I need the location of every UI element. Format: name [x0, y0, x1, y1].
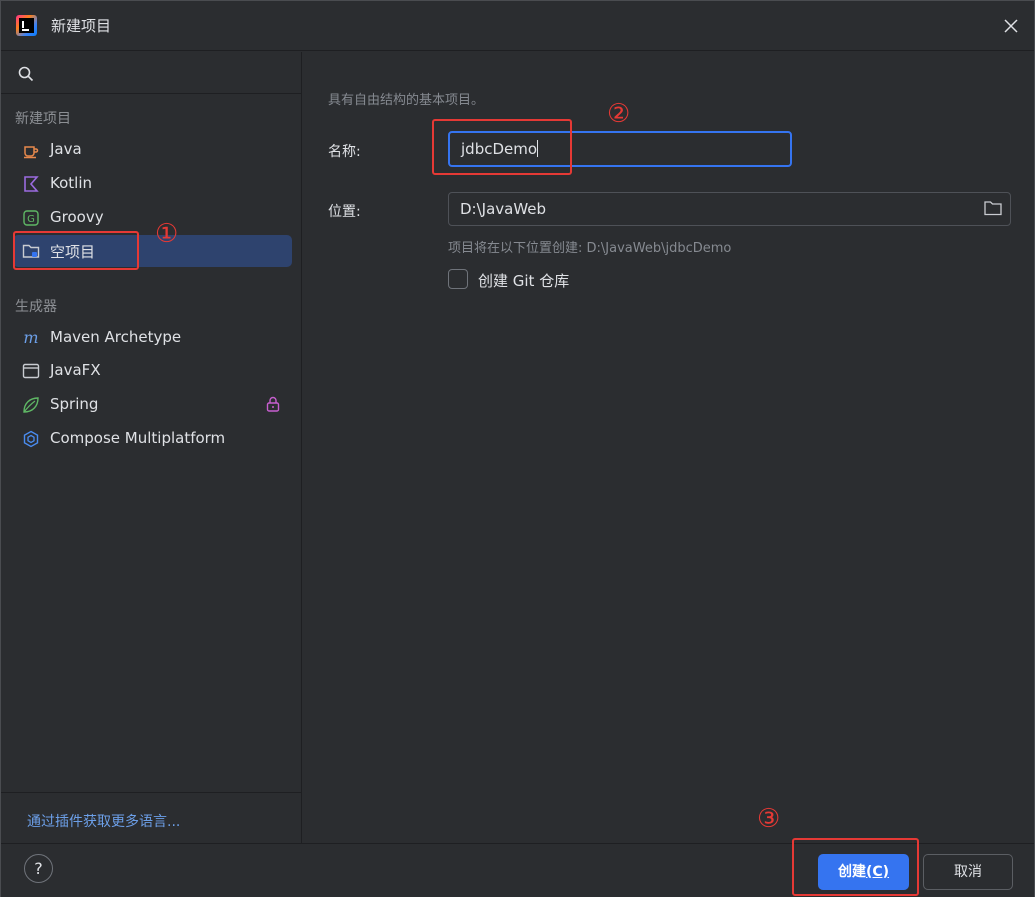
sidebar-item-compose-multiplatform[interactable]: Compose Multiplatform	[13, 423, 292, 455]
project-type-sidebar: 新建项目 Java Kotlin G Groovy 空项目 生成器 m Mave…	[1, 52, 302, 843]
svg-text:G: G	[27, 214, 35, 225]
sidebar-item-java[interactable]: Java	[13, 134, 292, 166]
annotation-number-1: ①	[155, 219, 179, 249]
maven-icon: m	[23, 329, 38, 347]
create-git-repo-label[interactable]: 创建 Git 仓库	[478, 270, 569, 291]
browse-folder-icon[interactable]	[984, 200, 1002, 216]
search-bar	[1, 52, 301, 94]
sidebar-item-groovy[interactable]: G Groovy	[13, 202, 292, 234]
get-more-languages-link[interactable]: 通过插件获取更多语言...	[27, 811, 180, 831]
search-icon	[18, 66, 34, 82]
sidebar-item-label: Kotlin	[50, 174, 92, 192]
annotation-box-3	[792, 838, 919, 896]
sidebar-item-maven-archetype[interactable]: m Maven Archetype	[13, 322, 292, 354]
annotation-number-3: ③	[757, 804, 781, 834]
project-location-value: D:\JavaWeb	[460, 200, 547, 218]
location-hint: 项目将在以下位置创建: D:\JavaWeb\jdbcDemo	[448, 241, 732, 256]
compose-icon	[23, 430, 39, 448]
section-header-new-project: 新建项目	[15, 111, 71, 127]
close-button[interactable]	[996, 11, 1026, 41]
annotation-box-2	[432, 119, 572, 175]
sidebar-footer: 通过插件获取更多语言...	[1, 792, 301, 843]
sidebar-item-label: JavaFX	[50, 361, 101, 379]
new-project-dialog: 新建项目 新建项目 Java Kotlin G Groovy 空项目 生成器 m…	[0, 0, 1035, 897]
close-icon	[1004, 19, 1018, 33]
project-location-input[interactable]: D:\JavaWeb	[448, 192, 1011, 226]
sidebar-item-label: Compose Multiplatform	[50, 429, 226, 447]
sidebar-item-label: Maven Archetype	[50, 328, 182, 346]
java-cup-icon	[24, 146, 39, 159]
groovy-icon: G	[23, 210, 39, 226]
lock-icon	[266, 396, 280, 412]
sidebar-item-label: Spring	[50, 395, 99, 413]
cancel-button[interactable]: 取消	[923, 854, 1013, 890]
svg-text:m: m	[23, 329, 38, 347]
javafx-window-icon	[22, 363, 40, 379]
dialog-title: 新建项目	[51, 17, 112, 35]
sidebar-item-javafx[interactable]: JavaFX	[13, 355, 292, 387]
annotation-box-1	[13, 231, 139, 270]
spring-leaf-icon	[23, 397, 39, 413]
sidebar-item-spring[interactable]: Spring	[13, 389, 292, 421]
create-git-repo-checkbox[interactable]	[448, 269, 468, 289]
project-description: 具有自由结构的基本项目。	[328, 93, 485, 108]
project-settings-panel: 具有自由结构的基本项目。 名称: jdbcDemo 位置: D:\JavaWeb…	[303, 52, 1034, 843]
intellij-logo-icon	[16, 15, 37, 36]
sidebar-item-kotlin[interactable]: Kotlin	[13, 168, 292, 200]
kotlin-icon	[24, 176, 39, 192]
annotation-number-2: ②	[607, 99, 631, 129]
help-button[interactable]: ?	[24, 854, 53, 883]
section-header-generators: 生成器	[15, 299, 57, 315]
name-label: 名称:	[328, 144, 361, 160]
sidebar-item-label: Groovy	[50, 208, 104, 226]
location-label: 位置:	[328, 204, 361, 220]
title-bar: 新建项目	[1, 1, 1034, 51]
search-input[interactable]	[45, 60, 285, 86]
sidebar-item-label: Java	[50, 140, 82, 158]
